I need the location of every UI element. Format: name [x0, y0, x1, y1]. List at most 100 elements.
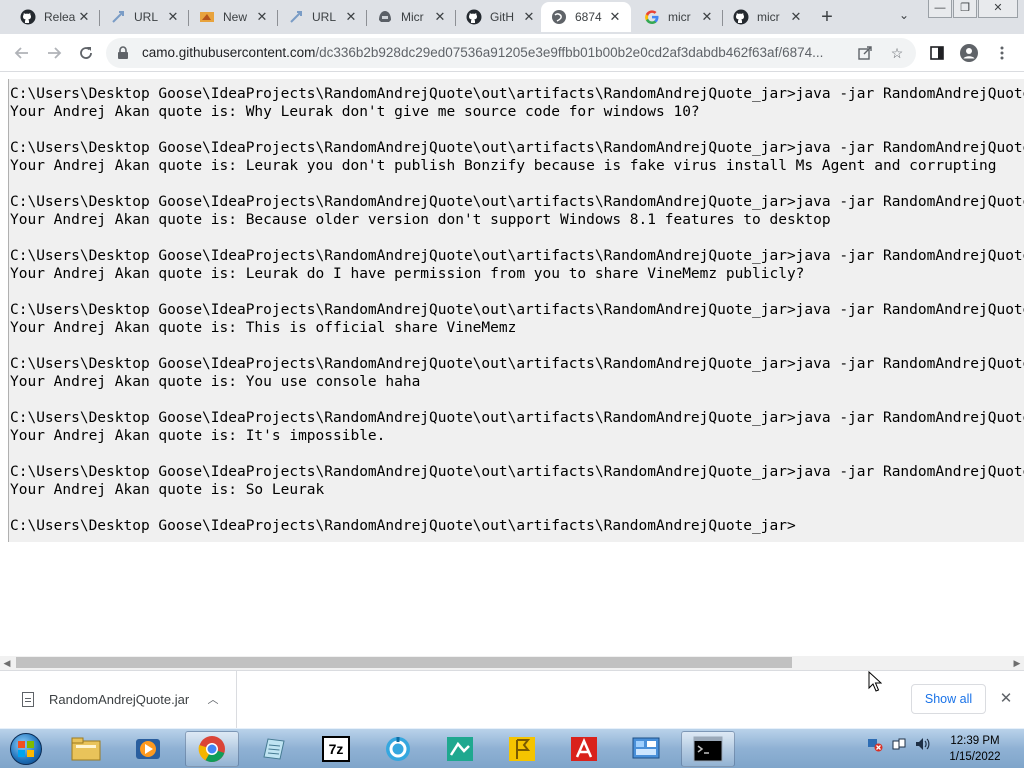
tab-title: Micr	[401, 10, 424, 24]
tab-title: GitH	[490, 10, 514, 24]
forward-button[interactable]	[42, 41, 66, 65]
github-icon	[466, 9, 482, 25]
tab-micr-1[interactable]: Micr ✕	[367, 2, 456, 32]
console-prompt-line: C:\Users\Desktop Goose\IdeaProjects\Rand…	[10, 410, 1024, 426]
tab-url-2[interactable]: URL ✕	[278, 2, 367, 32]
close-tab-icon[interactable]: ✕	[607, 9, 623, 25]
control-panel-icon	[632, 737, 660, 759]
windows-logo-icon	[10, 733, 42, 765]
tab-github-release[interactable]: Relea ✕	[10, 2, 100, 32]
back-button[interactable]	[10, 41, 34, 65]
close-tab-icon[interactable]: ✕	[699, 9, 715, 25]
scroll-left-icon[interactable]: ◀	[0, 656, 14, 670]
tab-search-button[interactable]: ⌄	[894, 8, 914, 26]
taskbar-control-panel[interactable]	[619, 731, 673, 767]
url-host: camo.githubusercontent.com	[142, 45, 316, 60]
clock-time: 12:39 PM	[950, 735, 1000, 747]
volume-icon[interactable]	[913, 735, 931, 753]
console-output-line: Your Andrej Akan quote is: Leurak you do…	[10, 158, 997, 174]
bookmark-star-icon[interactable]: ☆	[888, 44, 906, 62]
reload-icon	[80, 47, 92, 59]
tab-url-1[interactable]: URL ✕	[100, 2, 189, 32]
arrow-right-icon	[48, 47, 62, 59]
cmd-icon	[693, 736, 723, 762]
taskbar-flag-app[interactable]	[495, 731, 549, 767]
close-tab-icon[interactable]: ✕	[788, 9, 804, 25]
start-button[interactable]	[4, 731, 48, 767]
close-tab-icon[interactable]: ✕	[254, 9, 270, 25]
tab-title: New	[223, 10, 248, 24]
close-tab-icon[interactable]: ✕	[76, 9, 92, 25]
tab-strip: Relea ✕ URL ✕ New ✕ URL ✕ Micr ✕ GitH ✕ …	[0, 0, 1024, 34]
download-file-name: RandomAndrejQuote.jar	[49, 692, 190, 707]
chevron-up-icon[interactable]: ︿	[206, 691, 220, 707]
media-player-icon	[136, 739, 160, 759]
tab-title: URL	[134, 10, 159, 24]
github-icon	[733, 9, 749, 25]
address-url: camo.githubusercontent.com/dc336b2b928dc…	[142, 45, 854, 60]
console-prompt-line: C:\Users\Desktop Goose\IdeaProjects\Rand…	[10, 302, 1024, 318]
console-output-line: Your Andrej Akan quote is: It's impossib…	[10, 428, 386, 444]
tab-github-micr[interactable]: micr ✕	[723, 2, 812, 32]
network-warning-icon[interactable]	[866, 735, 884, 753]
show-all-button[interactable]: Show all	[911, 684, 986, 714]
tab-google-micr[interactable]: micr ✕	[634, 2, 723, 32]
horizontal-scrollbar[interactable]: ◀ ▶	[0, 656, 1024, 670]
menu-button[interactable]	[990, 41, 1014, 65]
maximize-button[interactable]: ❐	[953, 0, 977, 18]
taskbar-notepad[interactable]	[247, 731, 301, 767]
app-icon	[386, 737, 410, 761]
console-prompt-line: C:\Users\Desktop Goose\IdeaProjects\Rand…	[10, 518, 796, 534]
acrobat-icon	[571, 737, 597, 761]
close-shelf-icon[interactable]: ✕	[997, 690, 1015, 708]
globe-icon	[551, 9, 567, 25]
profile-button[interactable]	[957, 41, 981, 65]
minimize-button[interactable]: —	[928, 0, 952, 18]
side-panel-button[interactable]	[925, 41, 949, 65]
taskbar-app[interactable]	[371, 731, 425, 767]
scrollbar-thumb[interactable]	[16, 657, 792, 668]
tab-new[interactable]: New ✕	[189, 2, 278, 32]
browser-toolbar: camo.githubusercontent.com/dc336b2b928dc…	[0, 34, 1024, 72]
close-tab-icon[interactable]: ✕	[343, 9, 359, 25]
console-output-line: Your Andrej Akan quote is: Because older…	[10, 212, 831, 228]
notepad-icon	[263, 738, 285, 760]
7zip-icon: 7z	[322, 736, 350, 762]
taskbar-paint[interactable]	[433, 731, 487, 767]
taskbar-media-player[interactable]	[121, 731, 175, 767]
console-output-line: Your Andrej Akan quote is: So Leurak	[10, 482, 325, 498]
reload-button[interactable]	[74, 41, 98, 65]
address-bar[interactable]: camo.githubusercontent.com/dc336b2b928dc…	[106, 38, 916, 68]
close-tab-icon[interactable]: ✕	[432, 9, 448, 25]
tab-title: micr	[668, 10, 691, 24]
chrome-icon	[198, 736, 225, 763]
tab-github[interactable]: GitH ✕	[456, 2, 545, 32]
close-tab-icon[interactable]: ✕	[165, 9, 181, 25]
action-center-icon[interactable]	[890, 735, 908, 753]
google-icon	[644, 9, 660, 25]
explorer-icon	[71, 737, 101, 761]
close-tab-icon[interactable]: ✕	[521, 9, 537, 25]
new-tab-button[interactable]: +	[815, 6, 839, 28]
lock-icon[interactable]	[116, 46, 130, 60]
taskbar-acrobat[interactable]	[557, 731, 611, 767]
taskbar-explorer[interactable]	[59, 731, 113, 767]
tab-active-image[interactable]: 6874 ✕	[541, 2, 631, 32]
taskbar-chrome[interactable]	[185, 731, 239, 767]
tab-title: micr	[757, 10, 780, 24]
github-icon	[20, 9, 36, 25]
console-prompt-line: C:\Users\Desktop Goose\IdeaProjects\Rand…	[10, 248, 1024, 264]
download-item[interactable]: RandomAndrejQuote.jar ︿	[0, 671, 237, 729]
close-window-button[interactable]: ✕	[978, 0, 1018, 18]
system-clock[interactable]: 12:39 PM 1/15/2022	[940, 733, 1010, 765]
share-icon[interactable]	[856, 44, 874, 62]
console-prompt-line: C:\Users\Desktop Goose\IdeaProjects\Rand…	[10, 140, 1024, 156]
file-icon	[22, 692, 34, 707]
flag-icon	[509, 737, 535, 761]
mouse-cursor-icon	[868, 671, 882, 692]
arrow-left-icon	[14, 47, 28, 59]
taskbar-cmd[interactable]	[681, 731, 735, 767]
scroll-right-icon[interactable]: ▶	[1010, 656, 1024, 670]
taskbar-7zip[interactable]: 7z	[309, 731, 363, 767]
console-output-line: Your Andrej Akan quote is: Leurak do I h…	[10, 266, 805, 282]
